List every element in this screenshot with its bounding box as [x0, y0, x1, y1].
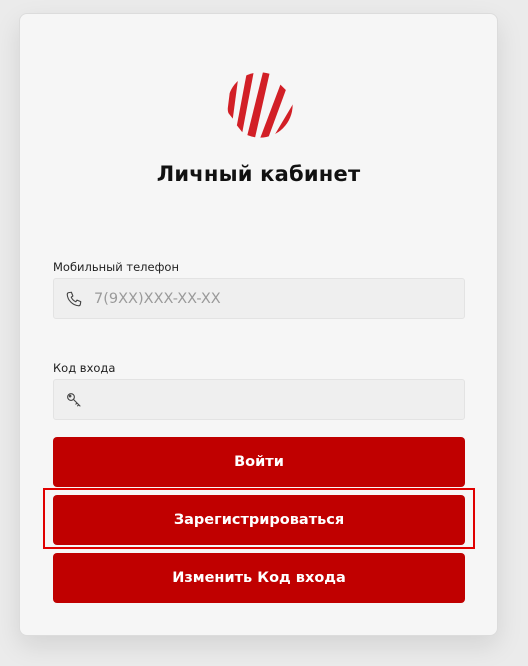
phone-icon [66, 291, 82, 307]
phone-input[interactable] [94, 279, 454, 318]
phone-field[interactable] [53, 278, 465, 319]
code-input[interactable] [94, 380, 454, 419]
change-code-button[interactable]: Изменить Код входа [53, 553, 465, 603]
code-label: Код входа [53, 361, 116, 375]
phone-label: Мобильный телефон [53, 260, 179, 274]
code-field[interactable] [53, 379, 465, 420]
page-title: Личный кабинет [156, 162, 361, 186]
login-button[interactable]: Войти [53, 437, 465, 487]
brand-logo-icon [227, 72, 293, 138]
key-icon [67, 393, 81, 407]
register-highlight-frame [43, 488, 475, 549]
